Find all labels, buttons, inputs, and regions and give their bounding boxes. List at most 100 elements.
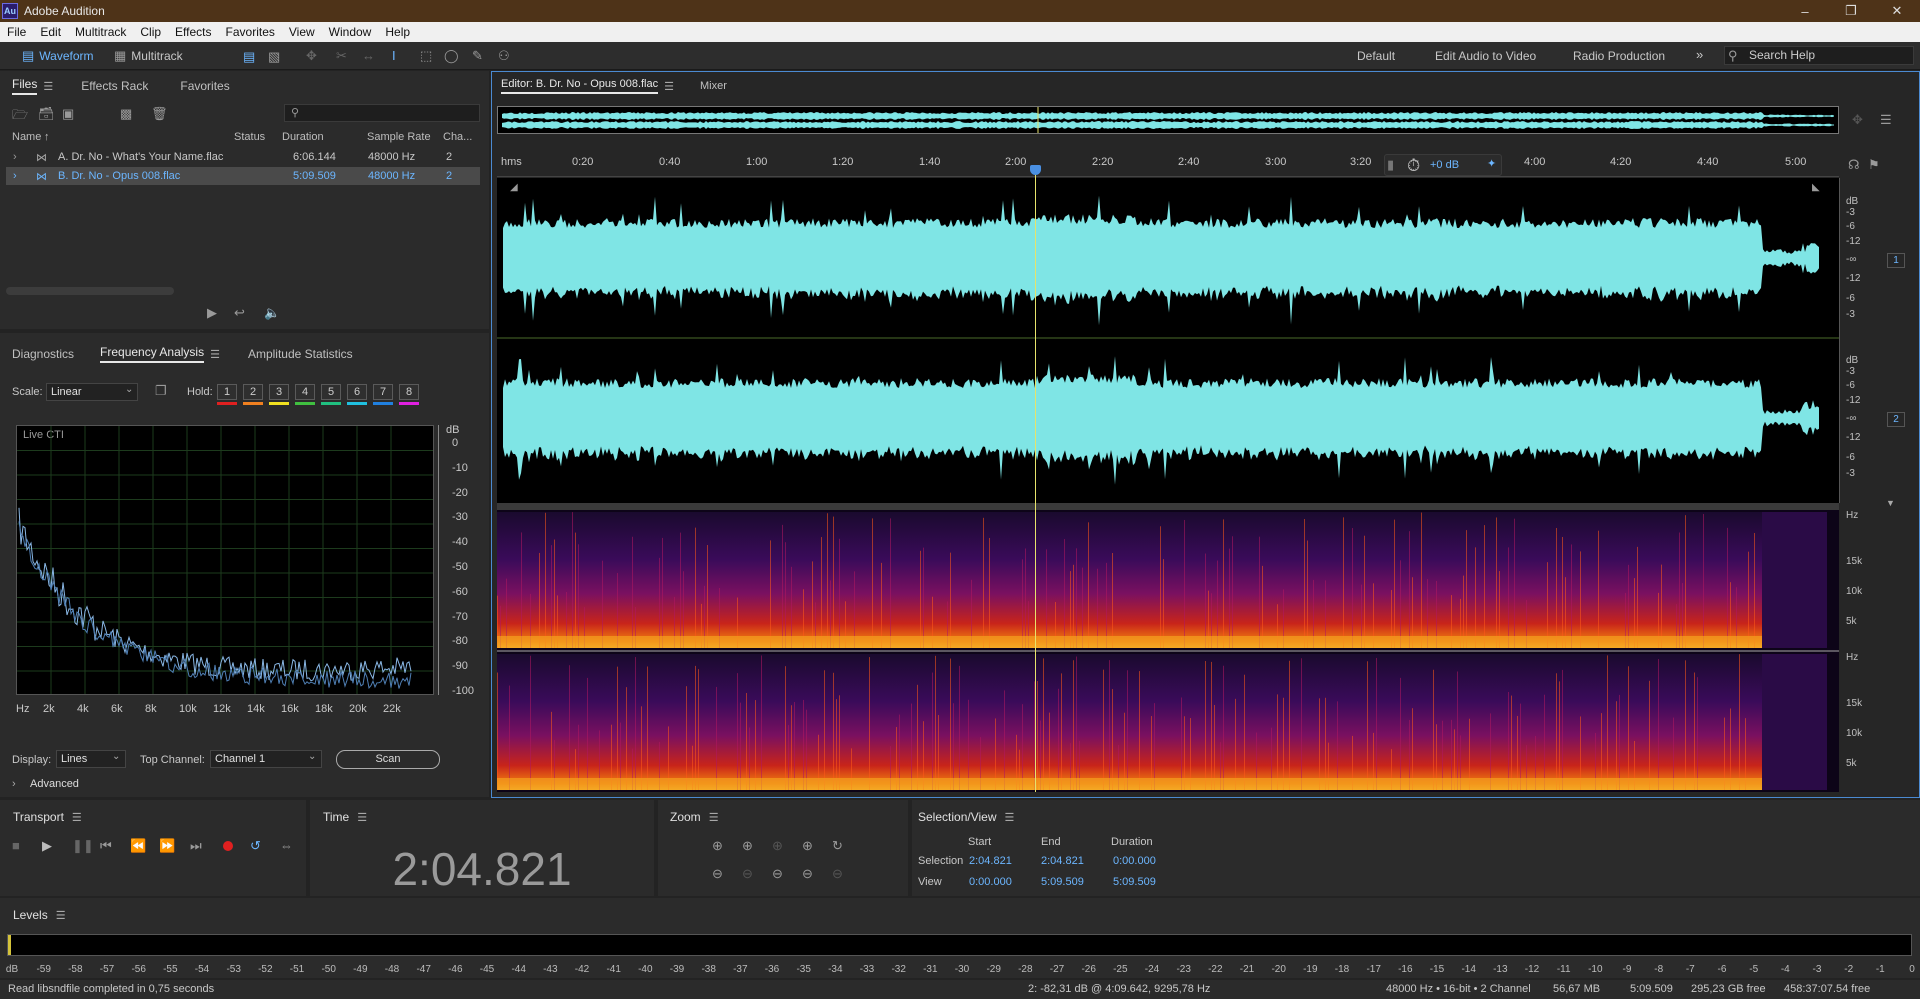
- waveform-display[interactable]: [497, 178, 1839, 503]
- collapse-icon[interactable]: ▼: [1886, 498, 1895, 508]
- col-name[interactable]: Name: [12, 131, 41, 143]
- spectrogram-display[interactable]: [497, 510, 1839, 792]
- menu-favorites[interactable]: Favorites: [219, 25, 282, 39]
- selection-duration[interactable]: 0:00.000: [1113, 855, 1156, 867]
- tab-diagnostics[interactable]: Diagnostics: [12, 347, 74, 361]
- hold-button-1[interactable]: 1: [217, 384, 237, 400]
- gain-value[interactable]: +0 dB: [1430, 159, 1459, 171]
- fast-forward-icon[interactable]: ⏩: [159, 838, 175, 854]
- menu-help[interactable]: Help: [378, 25, 417, 39]
- menu-file[interactable]: File: [0, 25, 33, 39]
- col-channels[interactable]: Cha...: [443, 131, 472, 143]
- hold-button-4[interactable]: 4: [295, 384, 315, 400]
- previous-icon[interactable]: ⏮: [100, 838, 112, 854]
- tab-files[interactable]: Files ☰: [12, 77, 53, 95]
- healing-tool-icon[interactable]: ⚇: [498, 48, 510, 64]
- expand-icon[interactable]: ›: [13, 151, 17, 163]
- record-icon[interactable]: [223, 841, 233, 851]
- menu-edit[interactable]: Edit: [33, 25, 68, 39]
- panel-menu-icon[interactable]: ☰: [210, 348, 220, 361]
- advanced-toggle[interactable]: Advanced: [30, 778, 79, 790]
- search-help-input[interactable]: Search Help: [1724, 46, 1914, 65]
- expand-icon[interactable]: ›: [12, 778, 16, 790]
- zoom-out-amplitude-icon[interactable]: ⊖: [712, 866, 723, 882]
- slip-tool-icon[interactable]: ↔: [362, 48, 375, 63]
- view-end[interactable]: 5:09.509: [1041, 876, 1084, 888]
- rewind-icon[interactable]: ⏪: [130, 838, 146, 854]
- more-workspaces-icon[interactable]: »: [1696, 47, 1703, 62]
- close-icon[interactable]: ✕: [1874, 0, 1920, 22]
- tab-amplitude-statistics[interactable]: Amplitude Statistics: [248, 347, 353, 361]
- zoom-out-full-icon[interactable]: ⊖: [802, 866, 813, 882]
- multitrack-view-button[interactable]: ▦ Multitrack: [114, 47, 183, 65]
- selection-start[interactable]: 2:04.821: [969, 855, 1012, 867]
- loop-preview-icon[interactable]: ↩: [234, 305, 245, 321]
- loop-icon[interactable]: ↺: [250, 838, 261, 854]
- selection-end[interactable]: 2:04.821: [1041, 855, 1084, 867]
- overview-navigator[interactable]: [497, 106, 1839, 134]
- workspace-radio-production[interactable]: Radio Production: [1573, 49, 1665, 63]
- zoom-in-time-icon[interactable]: ⊕: [742, 838, 753, 854]
- file-row[interactable]: › ⋈ A. Dr. No - What's Your Name.flac 6:…: [6, 148, 480, 166]
- skip-selection-icon[interactable]: ⇔: [280, 838, 293, 853]
- waveform-view-button[interactable]: ▤ Waveform: [22, 47, 94, 65]
- delete-icon[interactable]: 🗑: [151, 106, 168, 122]
- headphones-icon[interactable]: ☊: [1848, 157, 1860, 173]
- razor-tool-icon[interactable]: ✂: [336, 48, 347, 64]
- time-selection-tool-icon[interactable]: I: [392, 48, 396, 63]
- channel-badge[interactable]: 1: [1887, 253, 1905, 268]
- hold-button-6[interactable]: 6: [347, 384, 367, 400]
- playhead[interactable]: [1035, 168, 1036, 792]
- scan-button[interactable]: Scan: [336, 750, 440, 769]
- spectral-divider[interactable]: [497, 503, 1839, 510]
- spectral-waveform-icon[interactable]: ▤: [243, 49, 255, 65]
- menu-effects[interactable]: Effects: [168, 25, 218, 39]
- volume-icon[interactable]: 🔈: [264, 305, 280, 321]
- hold-button-5[interactable]: 5: [321, 384, 341, 400]
- freeze-graph-icon[interactable]: ❐: [155, 383, 167, 399]
- tab-frequency-analysis[interactable]: Frequency Analysis ☰: [100, 345, 220, 363]
- zoom-out-point-icon[interactable]: ⊖: [772, 866, 783, 882]
- hold-button-2[interactable]: 2: [243, 384, 263, 400]
- play-icon[interactable]: ▶: [42, 838, 52, 854]
- volume-knob-icon[interactable]: ⏱: [1407, 156, 1420, 176]
- tab-mixer[interactable]: Mixer: [700, 80, 727, 92]
- lasso-tool-icon[interactable]: ◯: [444, 48, 459, 64]
- view-duration[interactable]: 5:09.509: [1113, 876, 1156, 888]
- menu-clip[interactable]: Clip: [133, 25, 168, 39]
- workspace-default[interactable]: Default: [1357, 49, 1395, 63]
- stop-icon[interactable]: ■: [12, 838, 20, 853]
- pause-icon[interactable]: ❚❚: [72, 838, 94, 854]
- restore-icon[interactable]: ❐: [1828, 0, 1874, 22]
- insert-file-icon[interactable]: ▩: [120, 106, 132, 122]
- zoom-to-selection-icon[interactable]: ⊕: [802, 838, 813, 854]
- tab-favorites[interactable]: Favorites: [180, 79, 229, 93]
- zoom-reset-icon[interactable]: ↻: [832, 838, 843, 854]
- panel-menu-icon[interactable]: ☰: [664, 80, 674, 93]
- channel-badge[interactable]: 2: [1887, 412, 1905, 427]
- zoom-in-point-icon[interactable]: ⊕: [772, 838, 783, 854]
- hold-button-3[interactable]: 3: [269, 384, 289, 400]
- spectral-display-icon[interactable]: ▧: [268, 49, 280, 65]
- files-search-input[interactable]: [284, 104, 480, 122]
- menu-multitrack[interactable]: Multitrack: [68, 25, 133, 39]
- play-preview-icon[interactable]: ▶: [207, 305, 217, 321]
- col-sample-rate[interactable]: Sample Rate: [367, 131, 431, 143]
- move-tool-icon[interactable]: ✥: [306, 48, 317, 64]
- file-row-selected[interactable]: › ⋈ B. Dr. No - Opus 008.flac 5:09.509 4…: [6, 167, 480, 185]
- marker-icon[interactable]: ⚑: [1868, 157, 1880, 173]
- workspace-edit-audio-to-video[interactable]: Edit Audio to Video: [1435, 49, 1536, 63]
- brush-tool-icon[interactable]: ✎: [472, 48, 483, 64]
- pin-icon[interactable]: ✦: [1487, 157, 1496, 170]
- tab-editor[interactable]: Editor: B. Dr. No - Opus 008.flac ☰: [501, 78, 674, 94]
- tab-effects-rack[interactable]: Effects Rack: [81, 79, 148, 93]
- view-start[interactable]: 0:00.000: [969, 876, 1012, 888]
- fade-in-handle-icon[interactable]: ◢: [510, 182, 518, 193]
- new-file-icon[interactable]: ▣: [62, 106, 74, 122]
- expand-icon[interactable]: ›: [13, 170, 17, 182]
- panel-options-icon[interactable]: ☰: [1880, 112, 1892, 128]
- zoom-in-amplitude-icon[interactable]: ⊕: [712, 838, 723, 854]
- fade-out-handle-icon[interactable]: ◣: [1812, 182, 1820, 193]
- time-ruler[interactable]: [497, 153, 1839, 177]
- hold-button-7[interactable]: 7: [373, 384, 393, 400]
